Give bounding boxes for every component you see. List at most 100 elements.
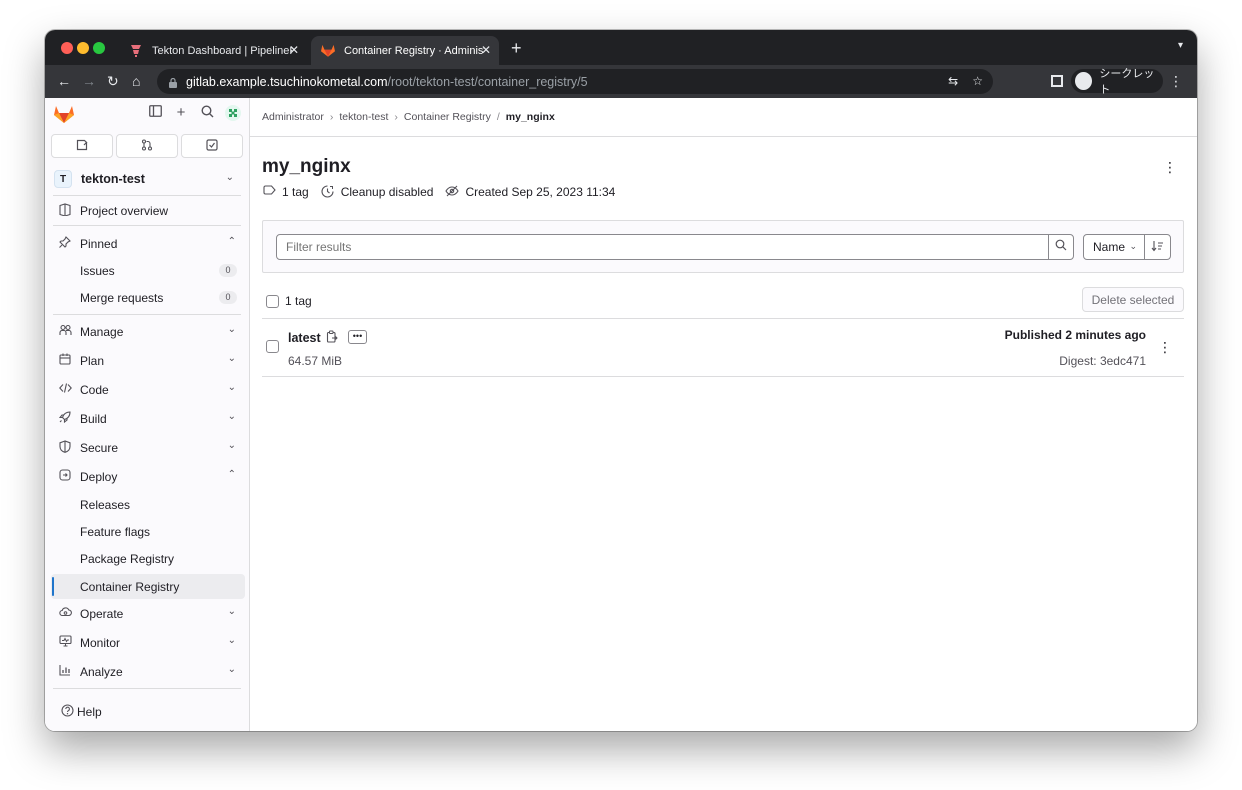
tags-list-header: 1 tag Delete selected (262, 287, 1184, 319)
rocket-icon (58, 411, 72, 425)
breadcrumb-item[interactable]: tekton-test (339, 111, 388, 123)
tag-actions-kebab-icon[interactable]: ⋮ (1158, 340, 1172, 354)
search-icon[interactable] (199, 105, 215, 121)
tag-details-toggle-icon[interactable]: ••• (348, 330, 367, 344)
created-meta: Created Sep 25, 2023 11:34 (445, 185, 615, 199)
sidebar-item-pinned[interactable]: Pinned ⌃ (51, 231, 245, 256)
sidebar-item-label: Operate (80, 606, 124, 621)
monitor-icon (58, 635, 72, 649)
sidebar-item-label: Merge requests (80, 290, 164, 305)
close-tab-icon[interactable]: ✕ (289, 43, 299, 57)
sidebar-item-label: Build (80, 411, 107, 426)
table-row: latest ••• 64.57 MiB Published 2 minutes… (262, 319, 1184, 377)
page-title: my_nginx (262, 156, 351, 177)
browser-tab-container-registry[interactable]: Container Registry · Administrator ✕ (311, 36, 499, 65)
sidebar-item-analyze[interactable]: Analyze ⌄ (51, 659, 245, 684)
users-icon (58, 324, 72, 338)
sidebar-item-code[interactable]: Code ⌄ (51, 377, 245, 402)
sidebar-item-deploy[interactable]: Deploy ⌃ (51, 464, 245, 489)
main-content: Administrator › tekton-test › Container … (250, 98, 1197, 731)
chevron-down-icon: ⌄ (227, 635, 236, 646)
sidebar-item-project-overview[interactable]: Project overview (51, 198, 245, 223)
todos-count-button[interactable] (181, 134, 243, 158)
tags-header-count: 1 tag (285, 294, 312, 308)
sidebar-item-manage[interactable]: Manage ⌄ (51, 319, 245, 344)
chevron-down-icon: ⌄ (227, 606, 236, 617)
sidebar-divider (53, 314, 241, 315)
translate-icon[interactable]: ⇆ (948, 74, 958, 88)
search-icon (1055, 238, 1067, 256)
tag-published: Published 2 minutes ago (1004, 328, 1146, 342)
sidebar-item-label: Manage (80, 324, 124, 339)
sidebar-help-button[interactable]: Help (51, 699, 245, 724)
sidebar-item-feature-flags[interactable]: Feature flags (51, 519, 245, 544)
sidebar-item-package-registry[interactable]: Package Registry (51, 546, 245, 571)
forward-arrow-icon[interactable]: → (82, 72, 96, 90)
create-new-icon[interactable]: + (173, 105, 189, 121)
sort-by-dropdown[interactable]: Name ⌄ (1083, 234, 1145, 260)
chevron-down-icon: ⌄ (227, 382, 236, 393)
toggle-sidebar-icon[interactable] (147, 105, 163, 121)
gitlab-page: + T tekton-test ⌄ Project overview Pinne… (45, 98, 1197, 731)
breadcrumb-item[interactable]: Container Registry (404, 111, 491, 123)
maximize-window-button[interactable] (93, 42, 105, 54)
sidebar-item-plan[interactable]: Plan ⌄ (51, 348, 245, 373)
shield-icon (58, 440, 72, 454)
tab-bar: Tekton Dashboard | PipelineRuns ✕ Contai… (45, 30, 1197, 65)
cloud-gear-icon (58, 606, 72, 620)
tab-title: Container Registry · Administrator (344, 44, 484, 57)
filter-search-button[interactable] (1048, 234, 1074, 260)
chart-icon (58, 664, 72, 678)
side-panel-icon[interactable] (1051, 75, 1063, 87)
sidebar-item-releases[interactable]: Releases (51, 492, 245, 517)
sidebar-item-label: Releases (80, 497, 131, 512)
sidebar-item-operate[interactable]: Operate ⌄ (51, 601, 245, 626)
new-tab-icon[interactable]: + (511, 39, 522, 57)
label-icon (262, 185, 276, 199)
home-icon[interactable]: ⌂ (132, 72, 140, 90)
minimize-window-button[interactable] (77, 42, 89, 54)
copy-to-clipboard-icon[interactable] (326, 330, 340, 344)
tag-row-checkbox[interactable] (266, 340, 279, 353)
sidebar-item-secure[interactable]: Secure ⌄ (51, 435, 245, 460)
merge-requests-count-button[interactable] (116, 134, 178, 158)
created-text: Created Sep 25, 2023 11:34 (465, 185, 616, 199)
gitlab-logo-icon[interactable] (54, 105, 74, 123)
project-switcher[interactable]: T tekton-test ⌄ (51, 166, 243, 192)
sidebar-item-build[interactable]: Build ⌄ (51, 406, 245, 431)
repository-actions-kebab-icon[interactable]: ⋮ (1163, 160, 1177, 174)
reload-icon[interactable]: ↻ (107, 72, 119, 90)
issues-count-button[interactable] (51, 134, 113, 158)
delete-selected-button[interactable]: Delete selected (1082, 287, 1184, 312)
tab-search-chevron-icon[interactable]: ▾ (1178, 40, 1183, 51)
sidebar-item-merge-requests[interactable]: Merge requests 0 (51, 285, 245, 310)
bookmark-star-icon[interactable]: ☆ (972, 74, 983, 88)
sidebar-item-container-registry[interactable]: Container Registry (51, 574, 245, 599)
back-arrow-icon[interactable]: ← (57, 72, 71, 90)
gitlab-favicon-icon (321, 44, 335, 58)
browser-tab-tekton[interactable]: Tekton Dashboard | PipelineRuns ✕ (119, 36, 307, 65)
chevron-down-icon: ⌄ (227, 353, 236, 364)
sidebar-item-issues[interactable]: Issues 0 (51, 258, 245, 283)
breadcrumb-item[interactable]: Administrator (262, 111, 324, 123)
sidebar-item-label: Container Registry (80, 579, 180, 594)
breadcrumb-current[interactable]: my_nginx (506, 111, 555, 123)
sort-lowest-icon (1151, 240, 1164, 255)
close-tab-icon[interactable]: ✕ (481, 43, 491, 57)
close-window-button[interactable] (61, 42, 73, 54)
address-bar[interactable]: gitlab.example.tsuchinokometal.com/root/… (157, 69, 993, 94)
sidebar-item-monitor[interactable]: Monitor ⌄ (51, 630, 245, 655)
sidebar-divider (53, 688, 241, 689)
user-avatar-icon[interactable] (225, 105, 241, 121)
tag-name: latest (288, 331, 321, 345)
eye-slash-icon (445, 185, 460, 199)
select-all-checkbox[interactable] (266, 295, 279, 308)
profile-button[interactable]: シークレット (1071, 68, 1163, 96)
chevron-down-icon: ⌄ (1129, 241, 1137, 251)
sort-by-label: Name (1093, 240, 1126, 254)
browser-menu-icon[interactable]: ⋮ (1169, 74, 1183, 88)
chevron-down-icon: ⌄ (227, 440, 236, 451)
filter-results-input[interactable] (276, 234, 1049, 260)
sort-direction-button[interactable] (1144, 234, 1171, 260)
planning-icon (58, 353, 72, 367)
